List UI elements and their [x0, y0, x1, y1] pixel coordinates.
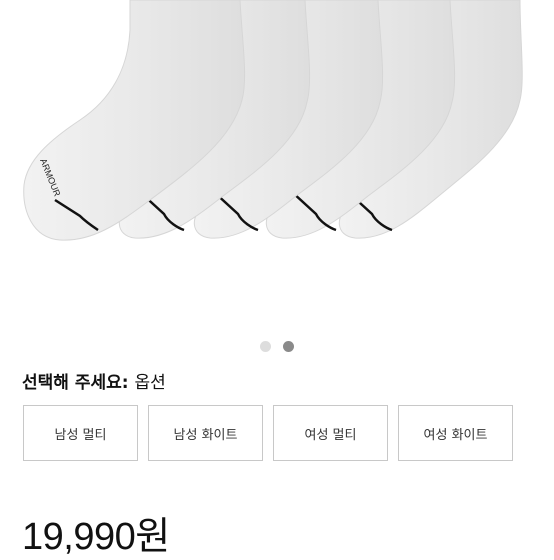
option-type: 옵션 — [134, 373, 166, 393]
option-button-female-white[interactable]: 여성 화이트 — [398, 405, 513, 461]
option-button-male-white[interactable]: 남성 화이트 — [148, 405, 263, 461]
option-list: 남성 멀티 남성 화이트 여성 멀티 여성 화이트 — [23, 405, 513, 461]
option-label: 여성 화이트 — [423, 427, 488, 443]
option-button-male-multi[interactable]: 남성 멀티 — [23, 405, 138, 461]
option-label: 여성 멀티 — [304, 427, 357, 443]
carousel-dots — [0, 341, 554, 353]
price: 19,990원 — [22, 516, 170, 558]
option-prompt: 선택해 주세요: — [22, 373, 129, 393]
carousel-dot-2[interactable] — [283, 341, 294, 352]
option-label: 남성 화이트 — [173, 427, 238, 443]
option-title: 선택해 주세요: 옵션 — [22, 368, 166, 393]
option-button-female-multi[interactable]: 여성 멀티 — [273, 405, 388, 461]
product-image[interactable]: ARMOUR — [0, 0, 554, 330]
carousel-dot-1[interactable] — [260, 341, 271, 352]
socks-illustration: ARMOUR — [23, 0, 523, 241]
option-label: 남성 멀티 — [54, 427, 107, 443]
